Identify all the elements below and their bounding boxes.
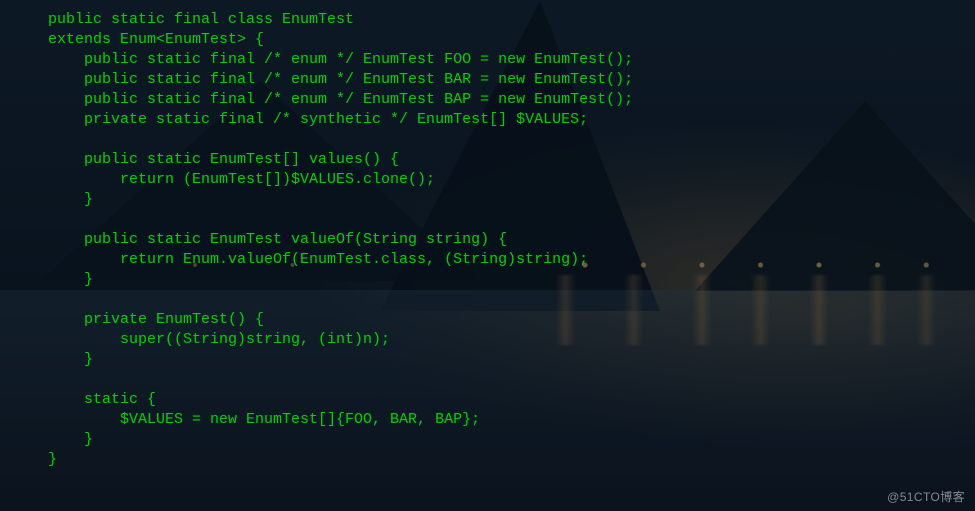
code-line — [48, 130, 955, 150]
code-line: public static final /* enum */ EnumTest … — [48, 50, 955, 70]
watermark-text: @51CTO博客 — [887, 488, 965, 505]
code-line: public static EnumTest valueOf(String st… — [48, 230, 955, 250]
code-line: private static final /* synthetic */ Enu… — [48, 110, 955, 130]
code-line — [48, 370, 955, 390]
code-line: } — [48, 350, 955, 370]
code-line: } — [48, 190, 955, 210]
code-line: private EnumTest() { — [48, 310, 955, 330]
code-line: } — [48, 270, 955, 290]
code-line: $VALUES = new EnumTest[]{FOO, BAR, BAP}; — [48, 410, 955, 430]
code-line: public static final /* enum */ EnumTest … — [48, 90, 955, 110]
code-line: public static EnumTest[] values() { — [48, 150, 955, 170]
code-line: return Enum.valueOf(EnumTest.class, (Str… — [48, 250, 955, 270]
code-line: return (EnumTest[])$VALUES.clone(); — [48, 170, 955, 190]
code-line — [48, 210, 955, 230]
code-line: public static final /* enum */ EnumTest … — [48, 70, 955, 90]
code-line: extends Enum<EnumTest> { — [48, 30, 955, 50]
code-line: } — [48, 430, 955, 450]
code-line: super((String)string, (int)n); — [48, 330, 955, 350]
code-line — [48, 290, 955, 310]
code-line: } — [48, 450, 955, 470]
code-line: public static final class EnumTest — [48, 10, 955, 30]
code-block: public static final class EnumTestextend… — [48, 10, 955, 470]
code-line: static { — [48, 390, 955, 410]
